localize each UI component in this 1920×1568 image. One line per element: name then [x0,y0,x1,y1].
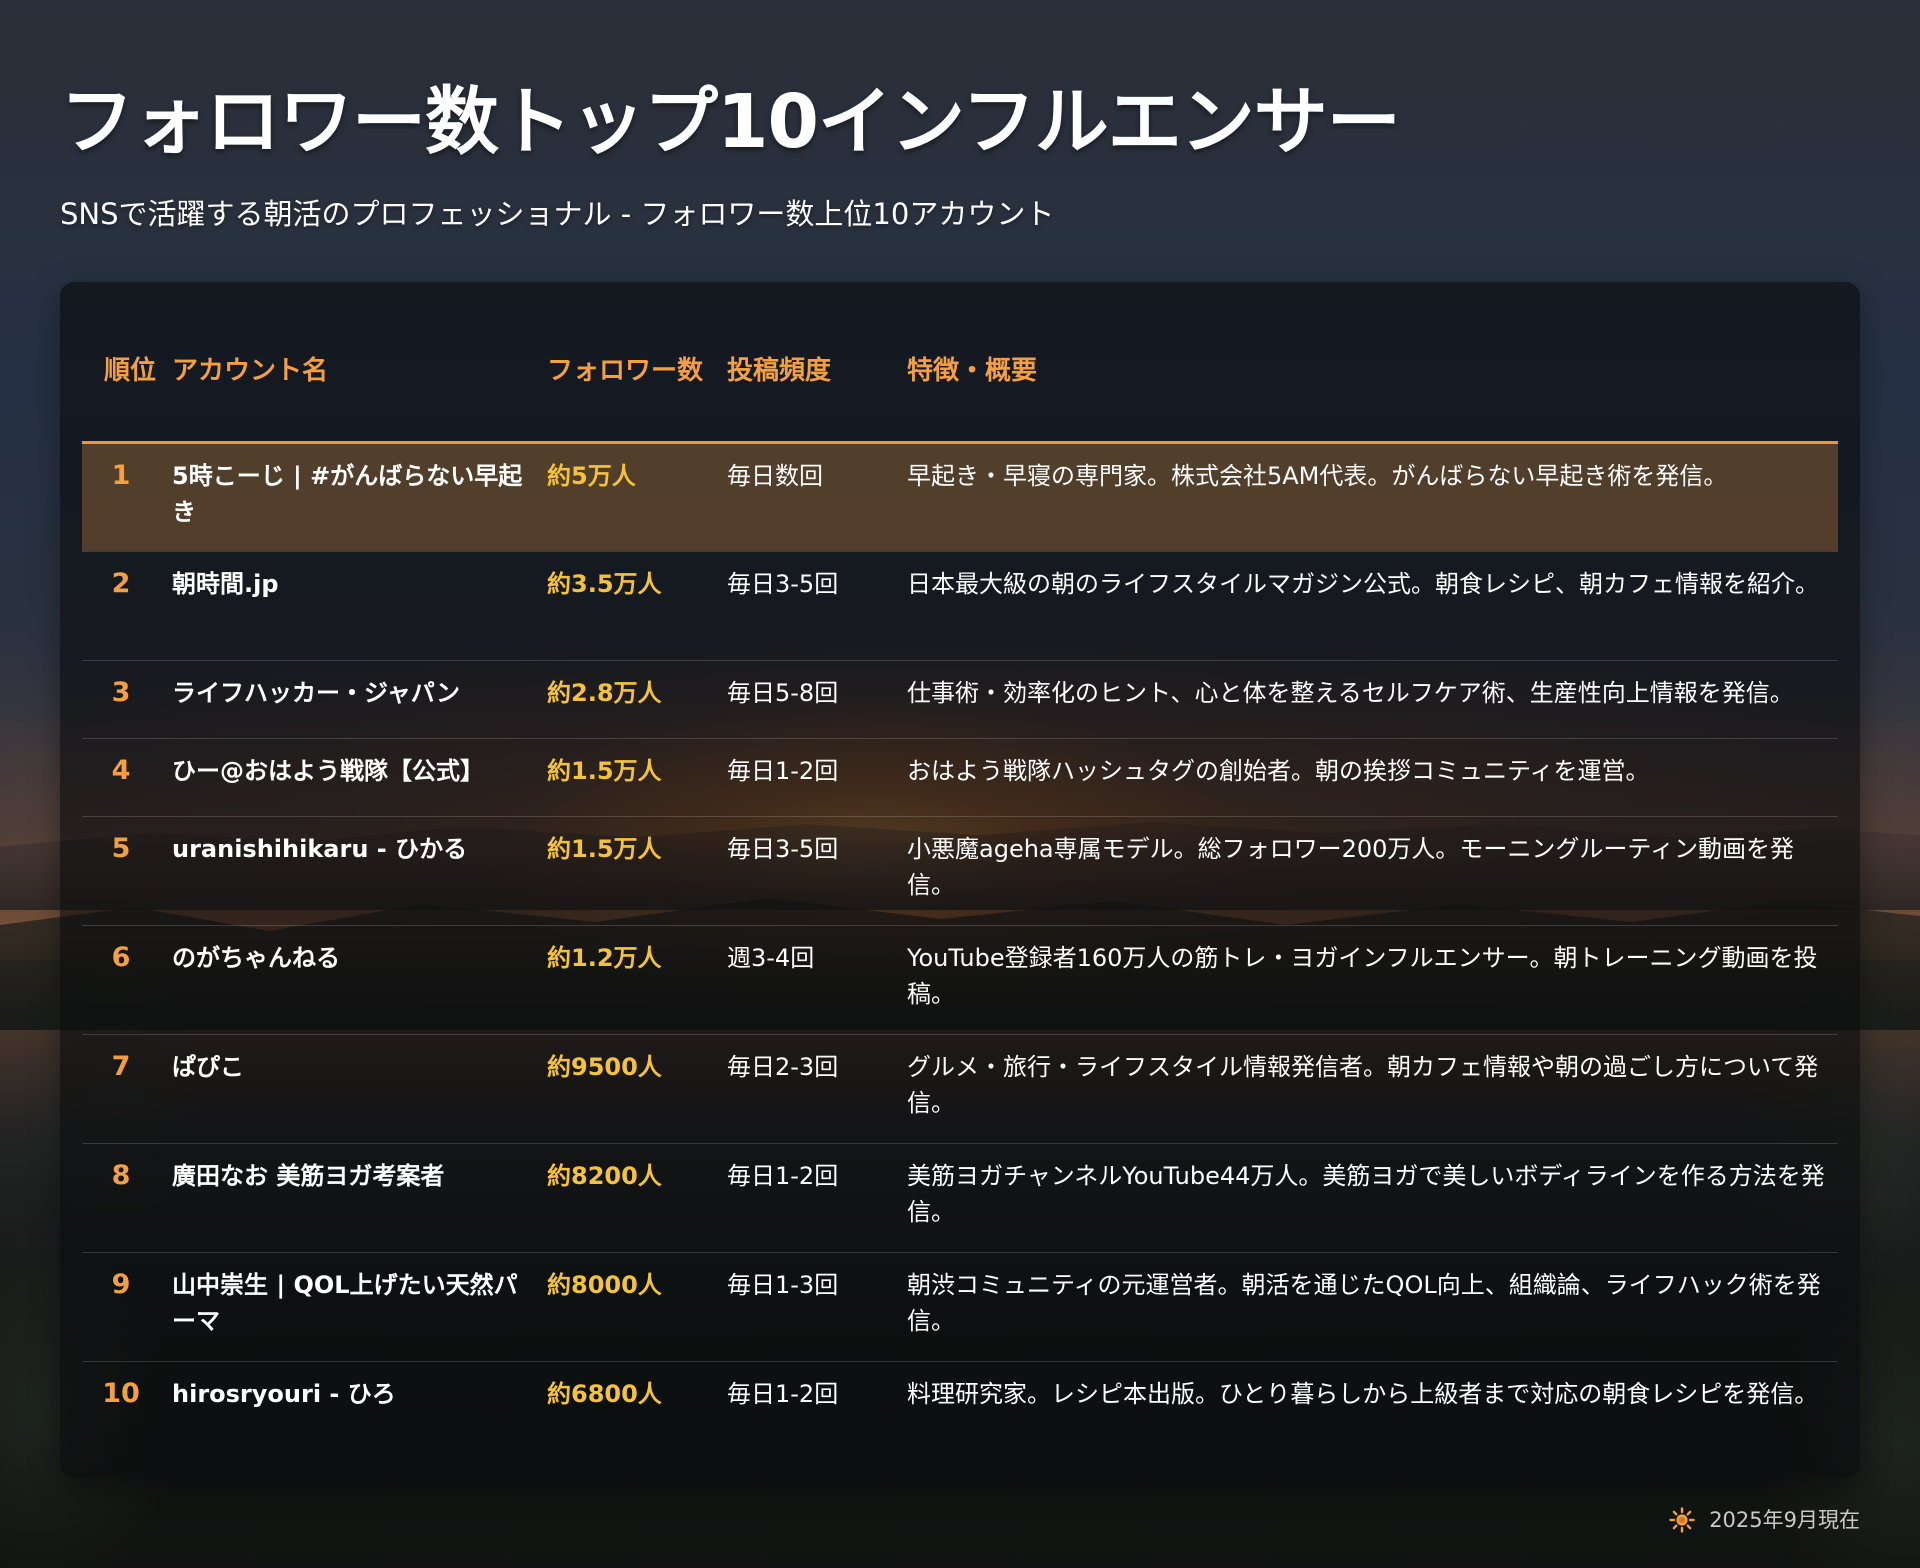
description-cell: おはよう戦隊ハッシュタグの創始者。朝の挨拶コミュニティを運営。 [907,756,1650,785]
frequency-cell: 毎日数回 [727,461,823,490]
footer-date-note: 2025年9月現在 [1669,1504,1860,1536]
table-header-row: 順位 アカウント名 フォロワー数 投稿頻度 特徴・概要 [82,302,1838,442]
rank-cell: 10 [102,1377,140,1409]
frequency-cell: 毎日1-2回 [727,756,839,785]
frequency-cell: 毎日3-5回 [727,834,839,863]
table-row: 5 uranishihikaru - ひかる 約1.5万人 毎日3-5回 小悪魔… [82,816,1838,925]
followers-cell: 約2.8万人 [547,678,662,707]
table-row: 1 5時こーじ | #がんばらない早起き 約5万人 毎日数回 早起き・早寝の専門… [82,442,1838,551]
rank-cell: 6 [111,941,131,973]
description-cell: 美筋ヨガチャンネルYouTube44万人。美筋ヨガで美しいボディラインを作る方法… [907,1161,1825,1226]
column-header-description: 特徴・概要 [907,356,1038,387]
rank-cell: 1 [111,459,131,491]
column-header-rank: 順位 [104,356,157,387]
table-row: 6 のがちゃんねる 約1.2万人 週3-4回 YouTube登録者160万人の筋… [82,925,1838,1034]
followers-cell: 約6800人 [547,1379,662,1408]
frequency-cell: 毎日2-3回 [727,1052,839,1081]
page-subtitle: SNSで活躍する朝活のプロフェッショナル - フォロワー数上位10アカウント [60,197,1055,231]
followers-cell: 約1.2万人 [547,943,662,972]
description-cell: 朝渋コミュニティの元運営者。朝活を通じたQOL向上、組織論、ライフハック術を発信… [907,1270,1821,1335]
description-cell: グルメ・旅行・ライフスタイル情報発信者。朝カフェ情報や朝の過ごし方について発信。 [907,1052,1819,1117]
followers-cell: 約3.5万人 [547,569,662,598]
column-header-account: アカウント名 [172,356,329,387]
table-header: 順位 アカウント名 フォロワー数 投稿頻度 特徴・概要 [82,302,1838,442]
frequency-cell: 毎日3-5回 [727,569,839,598]
account-name-cell: hirosryouri - ひろ [172,1379,396,1408]
sun-icon [1669,1507,1695,1533]
account-name-cell: ぱぴこ [172,1052,244,1081]
table-row: 9 山中崇生 | QOL上げたい天然パーマ 約8000人 毎日1-3回 朝渋コミ… [82,1252,1838,1361]
description-cell: 日本最大級の朝のライフスタイルマガジン公式。朝食レシピ、朝カフェ情報を紹介。 [907,569,1819,598]
table-row: 10 hirosryouri - ひろ 約6800人 毎日1-2回 料理研究家。… [82,1361,1838,1470]
frequency-cell: 毎日1-2回 [727,1161,839,1190]
account-name-cell: 山中崇生 | QOL上げたい天然パーマ [172,1270,518,1335]
page: フォロワー数トップ10インフルエンサー SNSで活躍する朝活のプロフェッショナル… [0,0,1920,1568]
column-header-frequency: 投稿頻度 [727,356,832,387]
footer-date: 2025年9月現在 [1709,1508,1860,1532]
account-name-cell: ライフハッカー・ジャパン [172,678,460,707]
ranking-table: 順位 アカウント名 フォロワー数 投稿頻度 特徴・概要 1 5時こーじ | #が… [82,302,1838,1470]
rank-cell: 8 [111,1159,131,1191]
followers-cell: 約8000人 [547,1270,662,1299]
description-cell: 料理研究家。レシピ本出版。ひとり暮らしから上級者まで対応の朝食レシピを発信。 [907,1379,1819,1408]
rank-cell: 9 [111,1268,131,1300]
rank-cell: 3 [111,676,131,708]
description-cell: 小悪魔ageha専属モデル。総フォロワー200万人。モーニングルーティン動画を発… [907,834,1794,899]
account-name-cell: ひー@おはよう戦隊【公式】 [172,756,484,785]
page-title: フォロワー数トップ10インフルエンサー [60,79,1401,165]
table-row: 3 ライフハッカー・ジャパン 約2.8万人 毎日5-8回 仕事術・効率化のヒント… [82,660,1838,738]
rank-cell: 2 [111,567,131,599]
table-row: 8 廣田なお 美筋ヨガ考案者 約8200人 毎日1-2回 美筋ヨガチャンネルYo… [82,1143,1838,1252]
followers-cell: 約5万人 [547,461,636,490]
followers-cell: 約1.5万人 [547,834,662,863]
table-row: 2 朝時間.jp 約3.5万人 毎日3-5回 日本最大級の朝のライフスタイルマガ… [82,551,1838,660]
frequency-cell: 毎日5-8回 [727,678,839,707]
account-name-cell: 廣田なお 美筋ヨガ考案者 [172,1161,445,1190]
account-name-cell: のがちゃんねる [172,943,340,972]
rank-cell: 7 [111,1050,131,1082]
followers-cell: 約8200人 [547,1161,662,1190]
followers-cell: 約9500人 [547,1052,662,1081]
rank-cell: 4 [111,754,131,786]
description-cell: YouTube登録者160万人の筋トレ・ヨガインフルエンサー。朝トレーニング動画… [907,943,1818,1008]
frequency-cell: 毎日1-3回 [727,1270,839,1299]
account-name-cell: 朝時間.jp [172,569,279,598]
table-row: 7 ぱぴこ 約9500人 毎日2-3回 グルメ・旅行・ライフスタイル情報発信者。… [82,1034,1838,1143]
frequency-cell: 毎日1-2回 [727,1379,839,1408]
rank-cell: 5 [111,832,131,864]
column-header-followers: フォロワー数 [547,356,704,387]
description-cell: 早起き・早寝の専門家。株式会社5AM代表。がんばらない早起き術を発信。 [907,461,1728,490]
account-name-cell: 5時こーじ | #がんばらない早起き [172,461,523,526]
description-cell: 仕事術・効率化のヒント、心と体を整えるセルフケア術、生産性向上情報を発信。 [907,678,1794,707]
account-name-cell: uranishihikaru - ひかる [172,834,468,863]
ranking-table-card: 順位 アカウント名 フォロワー数 投稿頻度 特徴・概要 1 5時こーじ | #が… [60,282,1860,1478]
table-body: 1 5時こーじ | #がんばらない早起き 約5万人 毎日数回 早起き・早寝の専門… [82,442,1838,1470]
followers-cell: 約1.5万人 [547,756,662,785]
frequency-cell: 週3-4回 [727,943,815,972]
table-row: 4 ひー@おはよう戦隊【公式】 約1.5万人 毎日1-2回 おはよう戦隊ハッシュ… [82,738,1838,816]
